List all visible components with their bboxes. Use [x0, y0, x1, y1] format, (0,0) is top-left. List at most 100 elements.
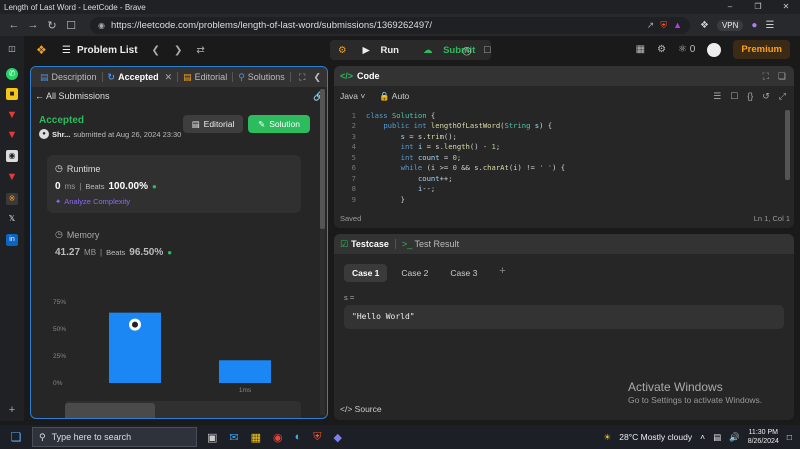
code-line[interactable]: 5 int count = 0; — [334, 152, 784, 163]
next-problem-icon[interactable]: ❯ — [174, 45, 182, 56]
braces-icon[interactable]: {} — [747, 91, 753, 102]
vpn-button[interactable]: VPN — [716, 19, 744, 31]
add-case-icon[interactable]: + — [491, 264, 513, 282]
expand-code-icon[interactable]: ⤢ — [779, 91, 786, 102]
vivaldi-icon-2[interactable]: ▼ — [6, 129, 18, 141]
close-tab-icon[interactable]: ✕ — [165, 72, 173, 83]
format-icon[interactable]: ☰ — [713, 91, 721, 102]
x-icon[interactable]: 𝕏 — [6, 213, 18, 225]
user-name[interactable]: Shr... — [52, 130, 70, 139]
close-icon[interactable]: ✕ — [772, 0, 800, 14]
vivaldi-icon-3[interactable]: ▼ — [6, 171, 18, 183]
edge-icon[interactable]: ◐ — [295, 431, 302, 444]
brave-shield-icon[interactable]: ⛨ — [660, 20, 667, 31]
network-icon[interactable]: ▤ — [713, 432, 721, 443]
leetcode-tab-icon[interactable]: ※ — [6, 193, 18, 205]
minimize-icon[interactable]: – — [716, 0, 744, 14]
mail-icon[interactable]: ✉ — [229, 431, 238, 444]
taskbar-search[interactable]: ⚲ Type here to search — [32, 427, 197, 447]
brave-icon[interactable]: ⛨ — [313, 431, 321, 444]
clock[interactable]: 11:30 PM 8/26/2024 — [748, 428, 779, 446]
forward-icon[interactable]: → — [25, 19, 41, 31]
chevron-up-icon[interactable]: ˄ — [700, 432, 705, 442]
editorial-button[interactable]: ▤ Editorial — [183, 115, 243, 133]
vivaldi-icon-1[interactable]: ▼ — [6, 109, 18, 121]
code-line[interactable]: 1 class Solution { — [334, 110, 784, 121]
code-line[interactable]: 8 i--; — [334, 184, 784, 195]
timer-icon[interactable]: ◷ — [462, 44, 472, 57]
prev-problem-icon[interactable]: ❮ — [152, 45, 160, 56]
maximize-icon[interactable]: ❏ — [778, 71, 786, 82]
windows-start-icon[interactable]: ❏ — [4, 430, 28, 444]
settings-icon[interactable]: ⚙ — [657, 44, 666, 55]
notes-toggle-icon[interactable]: □ — [484, 44, 491, 56]
source-link[interactable]: </> Source — [340, 404, 382, 414]
whatsapp-icon[interactable]: ✆ — [6, 68, 18, 80]
code-preview-card[interactable] — [65, 401, 301, 418]
all-submissions-link[interactable]: ← All Submissions — [35, 91, 110, 101]
back-icon[interactable]: ← — [6, 19, 22, 31]
code-line[interactable]: 7 count++; — [334, 173, 784, 184]
problem-list-link[interactable]: ☰ Problem List — [62, 45, 138, 56]
bookmark-icon[interactable]: ☐ — [63, 19, 79, 32]
tab-description[interactable]: ▤ Description — [35, 72, 102, 83]
shuffle-icon[interactable]: ⇄ — [196, 45, 204, 56]
add-icon[interactable]: + — [6, 404, 18, 416]
fullscreen-icon[interactable]: ⛶ — [299, 72, 305, 83]
code-line[interactable]: 2 public int lengthOfLastWord(String s) … — [334, 121, 784, 132]
left-scroll-thumb[interactable] — [320, 89, 325, 229]
streak-counter[interactable]: ⚛ 0 — [678, 44, 695, 55]
vscode-icon[interactable]: ◆ — [334, 431, 342, 444]
analyze-complexity-link[interactable]: ✦ Analyze Complexity — [55, 197, 130, 206]
solution-button[interactable]: ✎ Solution — [248, 115, 310, 133]
notification-icon[interactable]: □ — [787, 432, 792, 442]
tab-test-result[interactable]: >_ Test Result — [402, 239, 459, 249]
left-scrollbar[interactable] — [320, 89, 325, 415]
sidebar-panel-icon[interactable]: ◫ — [6, 43, 18, 55]
collapse-icon[interactable]: ❮ — [313, 72, 321, 83]
code-line[interactable]: 9 } — [334, 194, 784, 205]
chart-bar[interactable] — [219, 360, 271, 383]
memory-title[interactable]: ◷ Memory — [55, 229, 99, 240]
site-info-icon[interactable]: ◉ — [98, 21, 105, 30]
menu-icon[interactable]: ☰ — [765, 20, 774, 31]
code-scroll-thumb[interactable] — [785, 110, 790, 180]
case-tab-1[interactable]: Case 1 — [344, 264, 388, 282]
debug-icon[interactable]: ⚙ — [330, 45, 355, 56]
address-bar[interactable]: ◉ https://leetcode.com/problems/length-o… — [90, 16, 690, 34]
bookmark-code-icon[interactable]: ☐ — [730, 91, 738, 102]
tab-solutions[interactable]: ⚲ Solutions — [233, 72, 290, 83]
fullscreen-code-icon[interactable]: ⛶ — [763, 71, 769, 82]
avatar[interactable] — [707, 42, 722, 57]
tab-editorial[interactable]: ▤ Editorial — [178, 72, 232, 83]
auto-mode[interactable]: 🔒 Auto — [379, 91, 409, 102]
premium-button[interactable]: Premium — [733, 40, 790, 59]
layout-icon[interactable]: ▦ — [636, 44, 645, 55]
taskview-icon[interactable]: ▣ — [207, 431, 217, 444]
reset-icon[interactable]: ↺ — [762, 91, 770, 102]
linkedin-icon[interactable]: in — [6, 234, 18, 246]
restore-icon[interactable]: ❐ — [744, 0, 772, 14]
code-line[interactable]: 4 int i = s.length() - 1; — [334, 142, 784, 153]
leetcode-logo-icon[interactable]: ❖ — [36, 43, 50, 57]
weather-icon[interactable]: ☀ — [604, 432, 612, 443]
reload-icon[interactable]: ↻ — [44, 19, 60, 32]
weather-text[interactable]: 28°C Mostly cloudy — [619, 432, 692, 442]
run-button[interactable]: ▶ Run — [355, 45, 415, 56]
tab-testcase[interactable]: ☑ Testcase — [340, 239, 389, 250]
volume-icon[interactable]: 🔊 — [729, 432, 740, 443]
tab-accepted[interactable]: ↻ Accepted ✕ — [103, 72, 178, 83]
submit-button[interactable]: ☁ Submit — [415, 45, 491, 56]
notes-icon[interactable]: ■ — [6, 88, 18, 100]
share-icon[interactable]: ↗ — [647, 20, 655, 31]
case-tab-2[interactable]: Case 2 — [393, 264, 436, 282]
code-scrollbar[interactable] — [785, 110, 790, 206]
extensions-icon[interactable]: ❖ — [700, 20, 709, 31]
case-tab-3[interactable]: Case 3 — [442, 264, 485, 282]
code-line[interactable]: 6 while (i >= 0 && s.charAt(i) != ' ') { — [334, 163, 784, 174]
wallet-icon[interactable]: ● — [751, 20, 757, 31]
code-editor[interactable]: 1 class Solution {2 public int lengthOfLa… — [334, 110, 784, 205]
language-select[interactable]: Java ˅ — [340, 91, 365, 101]
input-value-field[interactable]: "Hello World" — [344, 305, 784, 329]
code-line[interactable]: 3 s = s.trim(); — [334, 131, 784, 142]
